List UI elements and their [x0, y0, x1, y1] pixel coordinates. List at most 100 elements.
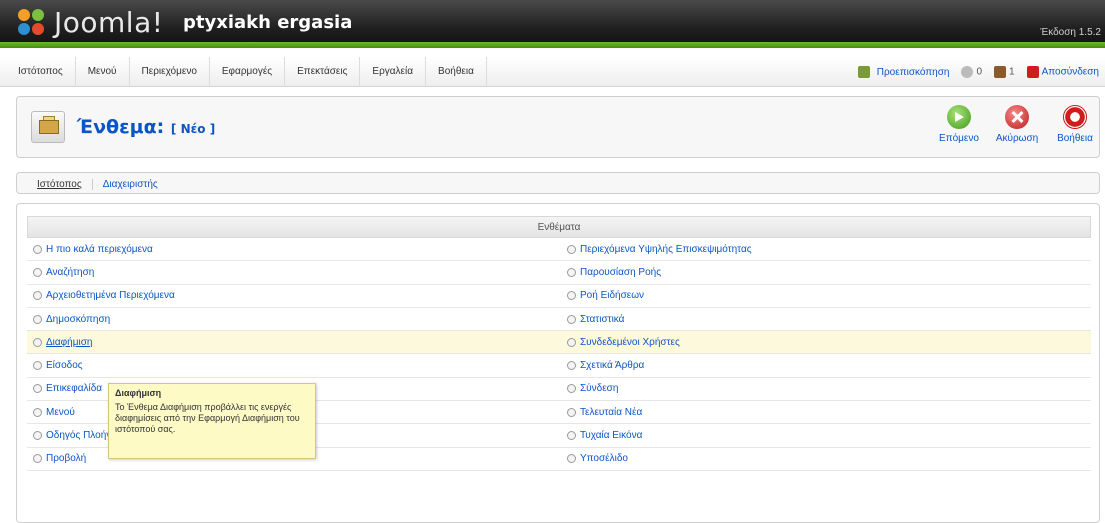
module-option[interactable]: Σύνδεση — [559, 378, 1091, 400]
table-row: Η πιο καλά περιεχόμενα Περιεχόμενα Υψηλής… — [27, 238, 1091, 262]
module-radio[interactable] — [567, 267, 576, 277]
module-option-label[interactable]: Διαφήμιση — [46, 337, 92, 348]
module-radio[interactable] — [567, 244, 576, 254]
menu-item-site[interactable]: Ιστότοπος — [6, 57, 76, 87]
module-radio[interactable] — [33, 314, 42, 324]
help-icon — [1063, 105, 1087, 129]
module-option-label[interactable]: Παρουσίαση Ροής — [580, 267, 661, 278]
menu-item-tools[interactable]: Εργαλεία — [360, 57, 427, 87]
tab-site[interactable]: Ιστότοπος — [27, 178, 93, 190]
module-option-label[interactable]: Επικεφαλίδα — [46, 383, 102, 394]
users-icon — [994, 66, 1007, 78]
module-option-label[interactable]: Αρχειοθετημένα Περιεχόμενα — [46, 290, 175, 301]
module-option-label[interactable]: Συνδεδεμένοι Χρήστες — [580, 337, 680, 348]
module-option[interactable]: Διαφήμιση — [27, 331, 559, 353]
site-name: ptyxiakh ergasia — [183, 12, 353, 33]
module-radio[interactable] — [567, 337, 576, 347]
users-count: 1 — [1009, 66, 1015, 78]
tooltip-title: Διαφήμιση — [115, 388, 162, 398]
module-option-label[interactable]: Στατιστικά — [580, 314, 624, 325]
module-option-label[interactable]: Σχετικά Άρθρα — [580, 360, 644, 371]
module-option-label[interactable]: Δημοσκόπηση — [46, 314, 110, 325]
next-button[interactable]: Επόμενο — [937, 105, 981, 144]
module-tooltip: Διαφήμιση Το Ένθεμα Διαφήμιση προβάλλει … — [108, 383, 316, 459]
page-subtitle: [ Νέο ] — [170, 122, 216, 136]
menu-item-help[interactable]: Βοήθεια — [426, 57, 487, 87]
logo-text: Joomla! — [54, 6, 164, 39]
module-option-label[interactable]: Η πιο καλά περιεχόμενα — [46, 244, 153, 255]
logout-icon — [1026, 66, 1039, 78]
menu-item-menus[interactable]: Μενού — [76, 57, 130, 87]
module-radio[interactable] — [33, 454, 42, 464]
logout-label: Αποσύνδεση — [1041, 66, 1099, 78]
module-radio[interactable] — [567, 431, 576, 441]
module-radio[interactable] — [567, 314, 576, 324]
logout-link[interactable]: Αποσύνδεση — [1026, 66, 1099, 78]
module-radio[interactable] — [567, 407, 576, 417]
module-option[interactable]: Δημοσκόπηση — [27, 308, 559, 330]
module-radio[interactable] — [567, 361, 576, 371]
module-radio[interactable] — [33, 407, 42, 417]
module-option[interactable]: Παρουσίαση Ροής — [559, 261, 1091, 283]
module-option[interactable]: Τελευταία Νέα — [559, 401, 1091, 423]
next-label: Επόμενο — [939, 133, 979, 144]
module-option-label[interactable]: Προβολή — [46, 453, 86, 464]
page-title: Ένθεμα: [ Νέο ] — [77, 116, 215, 138]
module-radio[interactable] — [33, 244, 42, 254]
menu-item-content[interactable]: Περιεχόμενο — [130, 57, 210, 87]
messages-status[interactable]: 0 — [961, 66, 982, 78]
main-menu: Ιστότοπος Μενού Περιεχόμενο Εφαρμογές Επ… — [6, 57, 487, 87]
help-button[interactable]: Βοήθεια — [1053, 105, 1097, 144]
module-radio[interactable] — [567, 384, 576, 394]
help-label: Βοήθεια — [1057, 133, 1093, 144]
module-option[interactable]: Ροή Ειδήσεων — [559, 285, 1091, 307]
messages-count: 0 — [976, 66, 983, 78]
module-icon — [31, 111, 65, 143]
module-option[interactable]: Αρχειοθετημένα Περιεχόμενα — [27, 285, 559, 307]
module-option-label[interactable]: Σύνδεση — [580, 383, 618, 394]
preview-link[interactable]: Προεπισκόπηση — [877, 67, 950, 78]
module-option-label[interactable]: Μενού — [46, 407, 75, 418]
module-radio[interactable] — [567, 454, 576, 464]
module-option-label[interactable]: Υποσέλιδο — [580, 453, 628, 464]
module-option[interactable]: Είσοδος — [27, 354, 559, 376]
module-option[interactable]: Αναζήτηση — [27, 261, 559, 283]
module-radio[interactable] — [33, 337, 42, 347]
module-radio[interactable] — [567, 291, 576, 301]
module-option[interactable]: Συνδεδεμένοι Χρήστες — [559, 331, 1091, 353]
main-menu-bar: Ιστότοπος Μενού Περιεχόμενο Εφαρμογές Επ… — [0, 57, 1105, 87]
tab-administrator[interactable]: Διαχειριστής — [93, 179, 168, 190]
cancel-label: Ακύρωση — [995, 133, 1039, 144]
module-radio[interactable] — [33, 431, 42, 441]
table-row: Αναζήτηση Παρουσίαση Ροής — [27, 261, 1091, 285]
module-option-label[interactable]: Ροή Ειδήσεων — [580, 290, 644, 301]
module-option-label[interactable]: Τελευταία Νέα — [580, 407, 642, 418]
cancel-button[interactable]: Ακύρωση — [995, 105, 1039, 144]
preview-icon — [857, 66, 870, 78]
module-option[interactable]: Περιεχόμενα Υψηλής Επισκεψιμότητας — [559, 238, 1091, 260]
module-option[interactable]: Σχετικά Άρθρα — [559, 354, 1091, 376]
tooltip-text: Το Ένθεμα Διαφήμιση προβάλλει τις ενεργέ… — [115, 402, 300, 434]
messages-icon — [961, 66, 974, 78]
module-option-label[interactable]: Περιεχόμενα Υψηλής Επισκεψιμότητας — [580, 244, 752, 255]
users-status[interactable]: 1 — [994, 66, 1015, 78]
toolbar-box: Ένθεμα: [ Νέο ] Επόμενο Ακύρωση Βοήθεια — [16, 96, 1100, 158]
version-label: Έκδοση 1.5.2 — [1040, 27, 1101, 38]
module-radio[interactable] — [33, 384, 42, 394]
module-option-label[interactable]: Τυχαία Εικόνα — [580, 430, 642, 441]
menu-item-components[interactable]: Εφαρμογές — [210, 57, 286, 87]
module-option[interactable]: Στατιστικά — [559, 308, 1091, 330]
module-radio[interactable] — [33, 267, 42, 277]
cancel-icon — [1005, 105, 1029, 129]
module-option[interactable]: Υποσέλιδο — [559, 448, 1091, 470]
module-radio[interactable] — [33, 291, 42, 301]
logo: Joomla! — [16, 6, 163, 39]
module-option[interactable]: Η πιο καλά περιεχόμενα — [27, 238, 559, 260]
module-option-label[interactable]: Αναζήτηση — [46, 267, 94, 278]
menu-item-extensions[interactable]: Επεκτάσεις — [285, 57, 361, 87]
module-option[interactable]: Τυχαία Εικόνα — [559, 424, 1091, 446]
module-option-label[interactable]: Είσοδος — [46, 360, 83, 371]
module-radio[interactable] — [33, 361, 42, 371]
header-accent-bar — [0, 42, 1105, 48]
admin-header: Joomla! ptyxiakh ergasia Έκδοση 1.5.2 — [0, 0, 1105, 48]
